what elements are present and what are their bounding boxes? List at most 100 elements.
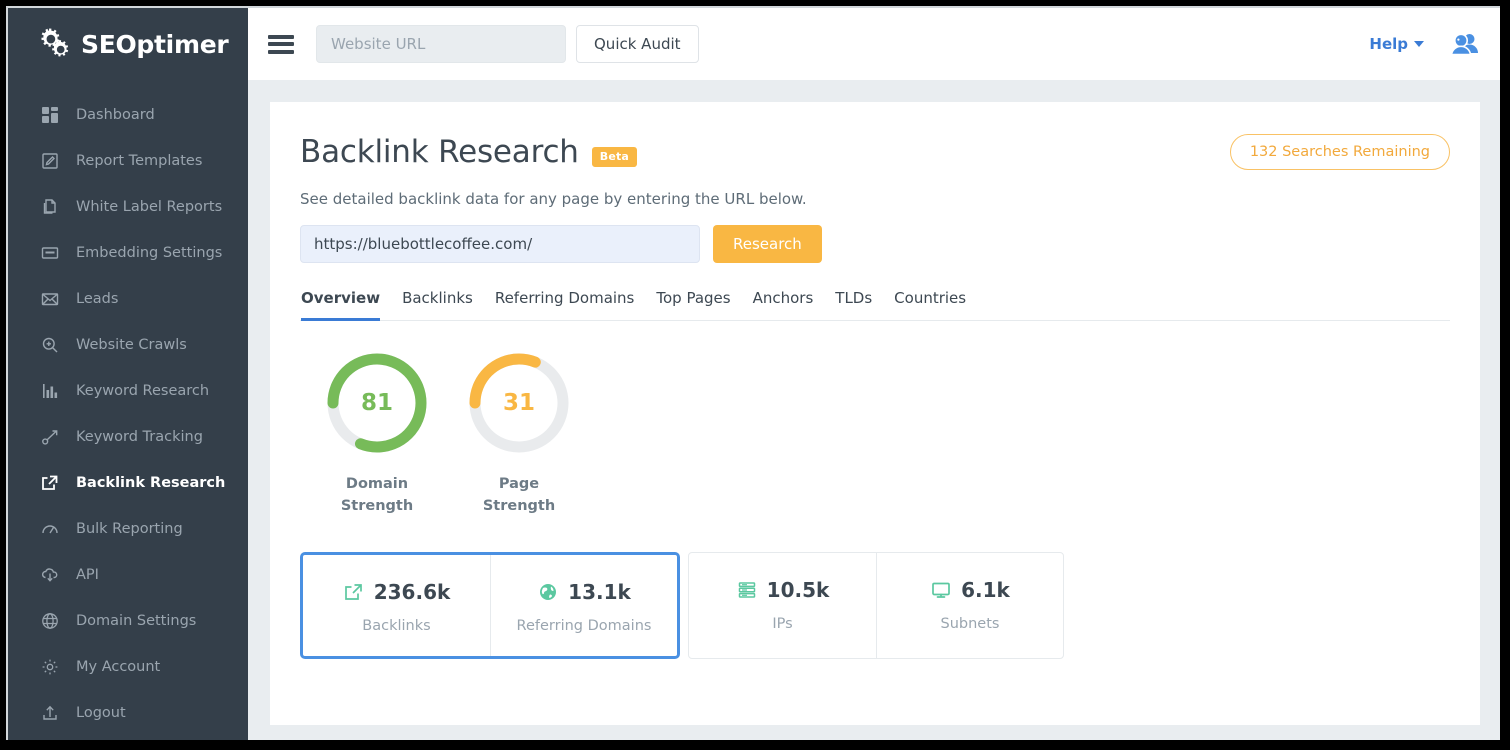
searches-remaining-badge[interactable]: 132 Searches Remaining bbox=[1230, 134, 1450, 170]
page-title: Backlink Research bbox=[300, 134, 579, 170]
sidebar-item-white-label-reports[interactable]: White Label Reports bbox=[8, 184, 248, 230]
embed-window-icon bbox=[40, 244, 59, 263]
sidebar-item-embedding-settings[interactable]: Embedding Settings bbox=[8, 230, 248, 276]
stat-subnets[interactable]: 6.1k Subnets bbox=[876, 553, 1063, 658]
sidebar-item-label: Embedding Settings bbox=[76, 245, 222, 261]
tab-backlinks[interactable]: Backlinks bbox=[402, 289, 473, 321]
sidebar-item-label: White Label Reports bbox=[76, 199, 222, 215]
quick-audit-button[interactable]: Quick Audit bbox=[576, 25, 699, 63]
sidebar-item-keyword-research[interactable]: Keyword Research bbox=[8, 368, 248, 414]
trend-line-icon bbox=[40, 428, 59, 447]
sidebar-item-bulk-reporting[interactable]: Bulk Reporting bbox=[8, 506, 248, 552]
sidebar-item-label: My Account bbox=[76, 659, 160, 675]
sidebar-item-backlink-research[interactable]: Backlink Research bbox=[8, 460, 248, 506]
gauge-label-line1: Domain bbox=[325, 473, 429, 495]
sidebar-item-leads[interactable]: Leads bbox=[8, 276, 248, 322]
page-header: Backlink Research Beta 132 Searches Rema… bbox=[300, 134, 1450, 170]
sidebar-item-label: Domain Settings bbox=[76, 613, 196, 629]
tab-tlds[interactable]: TLDs bbox=[835, 289, 872, 321]
gauge-label-line1: Page bbox=[467, 473, 571, 495]
gauge-value: 81 bbox=[325, 351, 429, 455]
stat-referring-domains[interactable]: 13.1k Referring Domains bbox=[490, 555, 677, 656]
domain-strength-gauge: 81 Domain Strength bbox=[325, 351, 429, 518]
sidebar-item-report-templates[interactable]: Report Templates bbox=[8, 138, 248, 184]
tab-anchors[interactable]: Anchors bbox=[753, 289, 814, 321]
sidebar-item-label: Dashboard bbox=[76, 107, 155, 123]
gear-icon bbox=[40, 658, 59, 677]
envelope-icon bbox=[40, 290, 59, 309]
gauge-label: Page Strength bbox=[467, 473, 571, 518]
help-label: Help bbox=[1369, 35, 1408, 53]
logout-upload-icon bbox=[40, 704, 59, 723]
beta-badge: Beta bbox=[592, 147, 637, 167]
website-url-input[interactable] bbox=[316, 25, 566, 63]
hamburger-icon[interactable] bbox=[268, 35, 294, 54]
stat-value: 13.1k bbox=[568, 580, 631, 604]
tab-top-pages[interactable]: Top Pages bbox=[656, 289, 730, 321]
stat-backlinks[interactable]: 236.6k Backlinks bbox=[303, 555, 490, 656]
tab-overview[interactable]: Overview bbox=[301, 289, 380, 321]
gauge-ring: 81 bbox=[325, 351, 429, 455]
stat-value: 236.6k bbox=[374, 580, 451, 604]
sidebar-item-label: Keyword Research bbox=[76, 383, 209, 399]
research-url-input[interactable] bbox=[300, 225, 700, 263]
stat-label: Referring Domains bbox=[491, 618, 677, 634]
sidebar-item-label: Backlink Research bbox=[76, 475, 225, 491]
stat-label: Backlinks bbox=[303, 618, 490, 634]
monitor-icon bbox=[930, 579, 952, 601]
gauge-label-line2: Strength bbox=[467, 495, 571, 517]
sidebar-item-domain-settings[interactable]: Domain Settings bbox=[8, 598, 248, 644]
help-menu[interactable]: Help bbox=[1369, 35, 1424, 53]
search-plus-icon bbox=[40, 336, 59, 355]
sidebar-item-api[interactable]: API bbox=[8, 552, 248, 598]
external-link-icon bbox=[40, 474, 59, 493]
sidebar-item-dashboard[interactable]: Dashboard bbox=[8, 92, 248, 138]
gauge-label: Domain Strength bbox=[325, 473, 429, 518]
copy-documents-icon bbox=[40, 198, 59, 217]
server-stack-icon bbox=[736, 579, 758, 601]
research-button[interactable]: Research bbox=[713, 225, 822, 263]
cloud-download-icon bbox=[40, 566, 59, 585]
brand-name: SEOptimer bbox=[81, 30, 228, 59]
gears-logo-icon bbox=[38, 27, 72, 61]
sidebar-item-my-account[interactable]: My Account bbox=[8, 644, 248, 690]
sidebar-item-label: Keyword Tracking bbox=[76, 429, 203, 445]
globe-icon bbox=[40, 612, 59, 631]
sidebar-item-label: API bbox=[76, 567, 99, 583]
tab-countries[interactable]: Countries bbox=[894, 289, 966, 321]
page-subtitle: See detailed backlink data for any page … bbox=[300, 190, 1450, 208]
users-avatar-icon[interactable] bbox=[1450, 32, 1480, 56]
strength-gauges: 81 Domain Strength 31 bbox=[300, 351, 1450, 518]
research-form: Research bbox=[300, 225, 1450, 263]
bar-chart-icon bbox=[40, 382, 59, 401]
stat-group-primary: 236.6k Backlinks 13.1k bbox=[300, 552, 680, 659]
sidebar-item-label: Leads bbox=[76, 291, 118, 307]
stat-value: 10.5k bbox=[767, 578, 830, 602]
main-content: Backlink Research Beta 132 Searches Rema… bbox=[248, 80, 1500, 740]
sidebar: SEOptimer Dashboard bbox=[8, 8, 248, 740]
stat-ips[interactable]: 10.5k IPs bbox=[689, 553, 876, 658]
chevron-down-icon bbox=[1414, 41, 1424, 47]
gauge-ring: 31 bbox=[467, 351, 571, 455]
app-window: SEOptimer Dashboard bbox=[6, 6, 1500, 740]
tab-referring-domains[interactable]: Referring Domains bbox=[495, 289, 635, 321]
page-strength-gauge: 31 Page Strength bbox=[467, 351, 571, 518]
stat-label: Subnets bbox=[877, 616, 1063, 632]
sidebar-item-label: Bulk Reporting bbox=[76, 521, 183, 537]
brand-logo[interactable]: SEOptimer bbox=[8, 8, 248, 80]
sidebar-item-label: Logout bbox=[76, 705, 126, 721]
gauge-label-line2: Strength bbox=[325, 495, 429, 517]
sidebar-item-logout[interactable]: Logout bbox=[8, 690, 248, 736]
sidebar-item-website-crawls[interactable]: Website Crawls bbox=[8, 322, 248, 368]
edit-document-icon bbox=[40, 152, 59, 171]
backlink-research-card: Backlink Research Beta 132 Searches Rema… bbox=[270, 102, 1480, 725]
topbar-right: Help bbox=[1369, 32, 1480, 56]
sidebar-item-label: Website Crawls bbox=[76, 337, 187, 353]
external-link-icon bbox=[343, 581, 365, 603]
gauge-icon bbox=[40, 520, 59, 539]
globe-icon bbox=[537, 581, 559, 603]
stat-label: IPs bbox=[689, 616, 876, 632]
dashboard-icon bbox=[40, 106, 59, 125]
stat-group-secondary: 10.5k IPs 6.1k bbox=[688, 552, 1064, 659]
sidebar-item-keyword-tracking[interactable]: Keyword Tracking bbox=[8, 414, 248, 460]
